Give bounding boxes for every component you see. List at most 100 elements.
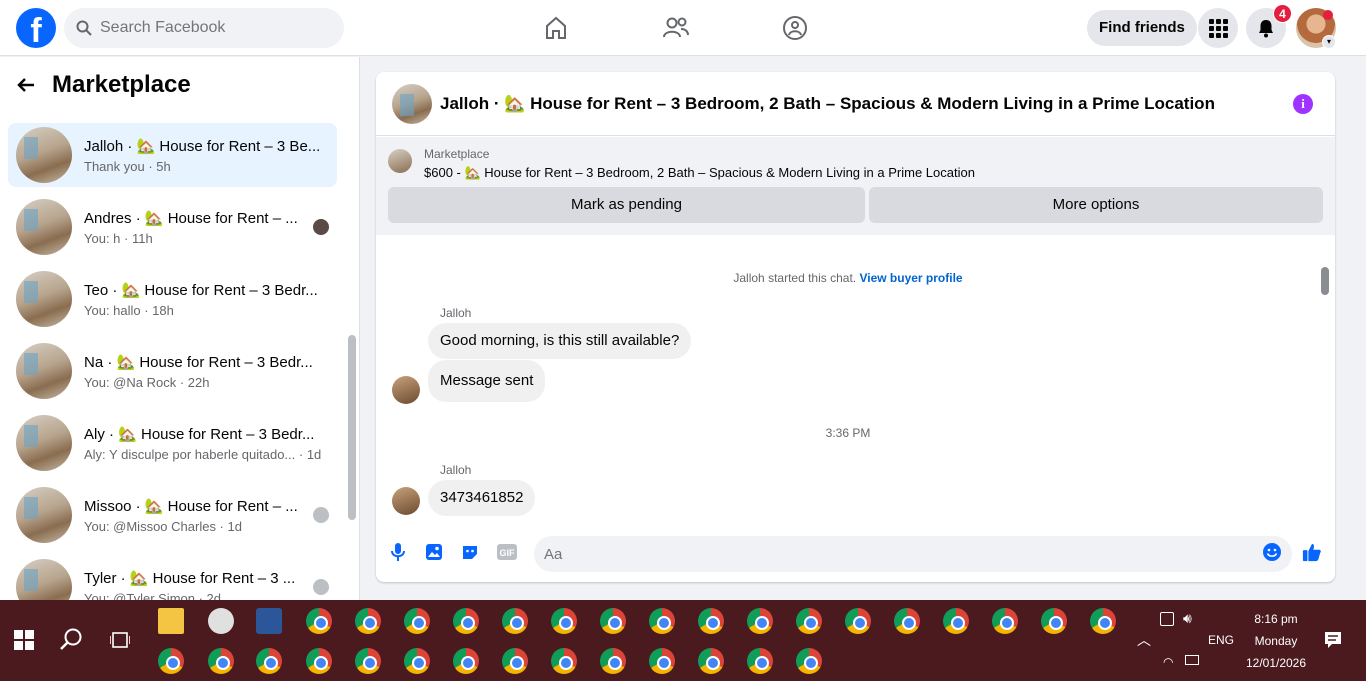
message-bubble[interactable]: Good morning, is this still available? xyxy=(428,323,692,359)
chrome-icon[interactable] xyxy=(208,648,234,674)
conversation-preview: You: @Tyler Simon · 2d xyxy=(84,590,222,601)
chevron-down-icon[interactable]: ▾ xyxy=(1322,35,1336,49)
chrome-icon[interactable] xyxy=(502,608,528,634)
windows-start-icon[interactable] xyxy=(14,630,34,650)
conversation-preview: Thank you · 5h xyxy=(84,158,171,174)
chat-title[interactable]: Jalloh · 🏡 House for Rent – 3 Bedroom, 2… xyxy=(440,94,1215,114)
message-bubble[interactable]: Message sent xyxy=(428,360,546,402)
battery-icon[interactable] xyxy=(1185,655,1199,665)
clock-day[interactable]: Monday xyxy=(1240,634,1312,648)
sidebar-header: Marketplace xyxy=(16,69,191,101)
chrome-icon[interactable] xyxy=(698,648,724,674)
conversation-item[interactable]: Teo · 🏡 House for Rent – 3 Bedr... You: … xyxy=(8,267,337,331)
conversation-name: Aly · 🏡 House for Rent – 3 Bedr... xyxy=(84,425,315,443)
sticker-icon[interactable] xyxy=(460,542,480,562)
message-input[interactable] xyxy=(534,536,1292,572)
paint-icon[interactable] xyxy=(208,608,234,634)
menu-grid-icon[interactable] xyxy=(1198,8,1238,48)
chrome-icon[interactable] xyxy=(698,608,724,634)
sender-avatar[interactable] xyxy=(392,487,420,515)
chrome-icon[interactable] xyxy=(894,608,920,634)
home-icon[interactable] xyxy=(540,12,572,44)
seen-avatar xyxy=(313,507,329,523)
conversation-item[interactable]: Tyler · 🏡 House for Rent – 3 ... You: @T… xyxy=(8,555,337,600)
chrome-icon[interactable] xyxy=(355,608,381,634)
sender-avatar[interactable] xyxy=(392,376,420,404)
chrome-icon[interactable] xyxy=(551,648,577,674)
back-arrow-icon[interactable] xyxy=(16,75,36,95)
clock-date[interactable]: 12/01/2026 xyxy=(1240,656,1312,670)
chevron-up-icon[interactable]: ︿ xyxy=(1137,630,1151,650)
chrome-icon[interactable] xyxy=(256,648,282,674)
search-input[interactable] xyxy=(100,19,320,37)
file-explorer-icon[interactable] xyxy=(158,608,184,634)
facebook-logo-icon[interactable]: f xyxy=(16,8,56,48)
chrome-icon[interactable] xyxy=(747,608,773,634)
view-buyer-profile-link[interactable]: View buyer profile xyxy=(859,271,962,285)
chrome-icon[interactable] xyxy=(1041,608,1067,634)
find-friends-button[interactable]: Find friends xyxy=(1087,10,1197,46)
listing-thumbnail[interactable] xyxy=(392,83,432,124)
search-icon xyxy=(76,20,92,36)
friends-icon[interactable] xyxy=(660,12,692,44)
chrome-icon[interactable] xyxy=(992,608,1018,634)
word-icon[interactable] xyxy=(256,608,282,634)
chrome-icon[interactable] xyxy=(404,608,430,634)
conversation-item[interactable]: Jalloh · 🏡 House for Rent – 3 Be... Than… xyxy=(8,123,337,187)
photo-icon[interactable] xyxy=(424,542,444,562)
chrome-icon[interactable] xyxy=(649,608,675,634)
speaker-icon[interactable]: 🔊︎ xyxy=(1183,610,1192,627)
clock-time[interactable]: 8:16 pm xyxy=(1240,612,1312,626)
chat-start-notice: Jalloh started this chat. View buyer pro… xyxy=(376,271,1320,285)
conversation-item[interactable]: Aly · 🏡 House for Rent – 3 Bedr... Aly: … xyxy=(8,411,337,475)
microphone-icon[interactable] xyxy=(388,542,408,562)
chrome-icon[interactable] xyxy=(453,608,479,634)
chrome-icon[interactable] xyxy=(649,648,675,674)
chrome-icon[interactable] xyxy=(600,648,626,674)
chrome-icon[interactable] xyxy=(943,608,969,634)
sidebar-scrollbar-thumb[interactable] xyxy=(348,335,356,520)
chrome-icon[interactable] xyxy=(796,648,822,674)
chrome-icon[interactable] xyxy=(306,608,332,634)
mark-as-pending-button[interactable]: Mark as pending xyxy=(388,187,865,223)
chrome-icon[interactable] xyxy=(747,648,773,674)
conversation-name: Tyler · 🏡 House for Rent – 3 ... xyxy=(84,569,296,587)
meet-now-icon[interactable] xyxy=(1160,612,1174,626)
chrome-icon[interactable] xyxy=(600,608,626,634)
chrome-icon[interactable] xyxy=(502,648,528,674)
message-bubble[interactable]: 3473461852 xyxy=(428,480,536,516)
message-sender: Jalloh xyxy=(440,306,472,320)
listing-thumbnail[interactable] xyxy=(388,149,412,173)
chrome-icon[interactable] xyxy=(453,648,479,674)
notifications-bell-icon[interactable]: 4 xyxy=(1246,4,1292,48)
chat-scrollbar-thumb[interactable] xyxy=(1321,267,1329,295)
task-view-icon[interactable] xyxy=(109,631,131,654)
conversation-name: Na · 🏡 House for Rent – 3 Bedr... xyxy=(84,353,313,371)
search-box[interactable] xyxy=(64,8,344,48)
chrome-icon[interactable] xyxy=(404,648,430,674)
conversation-item[interactable]: Na · 🏡 House for Rent – 3 Bedr... You: @… xyxy=(8,339,337,403)
more-options-button[interactable]: More options xyxy=(869,187,1323,223)
info-icon[interactable]: i xyxy=(1293,94,1313,114)
chrome-icon[interactable] xyxy=(796,608,822,634)
emoji-icon[interactable] xyxy=(1262,542,1282,562)
like-thumb-icon[interactable] xyxy=(1302,542,1322,562)
search-icon[interactable] xyxy=(58,627,84,658)
listing-thumbnail xyxy=(16,271,72,327)
groups-icon[interactable] xyxy=(779,12,811,44)
notifications-center-icon[interactable] xyxy=(1324,631,1342,654)
gif-icon[interactable]: GIF xyxy=(496,542,518,562)
wifi-icon[interactable]: ◠ xyxy=(1163,655,1173,669)
chrome-icon[interactable] xyxy=(355,648,381,674)
conversation-item[interactable]: Missoo · 🏡 House for Rent – ... You: @Mi… xyxy=(8,483,337,547)
chat-header: Jalloh · 🏡 House for Rent – 3 Bedroom, 2… xyxy=(376,72,1335,136)
chrome-icon[interactable] xyxy=(1090,608,1116,634)
language-indicator[interactable]: ENG xyxy=(1205,633,1237,647)
chrome-icon[interactable] xyxy=(158,648,184,674)
listing-title[interactable]: $600 - 🏡 House for Rent – 3 Bedroom, 2 B… xyxy=(424,165,975,181)
chrome-icon[interactable] xyxy=(551,608,577,634)
chrome-icon[interactable] xyxy=(306,648,332,674)
chrome-icon[interactable] xyxy=(845,608,871,634)
conversation-item[interactable]: Andres · 🏡 House for Rent – ... You: h ·… xyxy=(8,195,337,259)
seen-avatar xyxy=(313,219,329,235)
